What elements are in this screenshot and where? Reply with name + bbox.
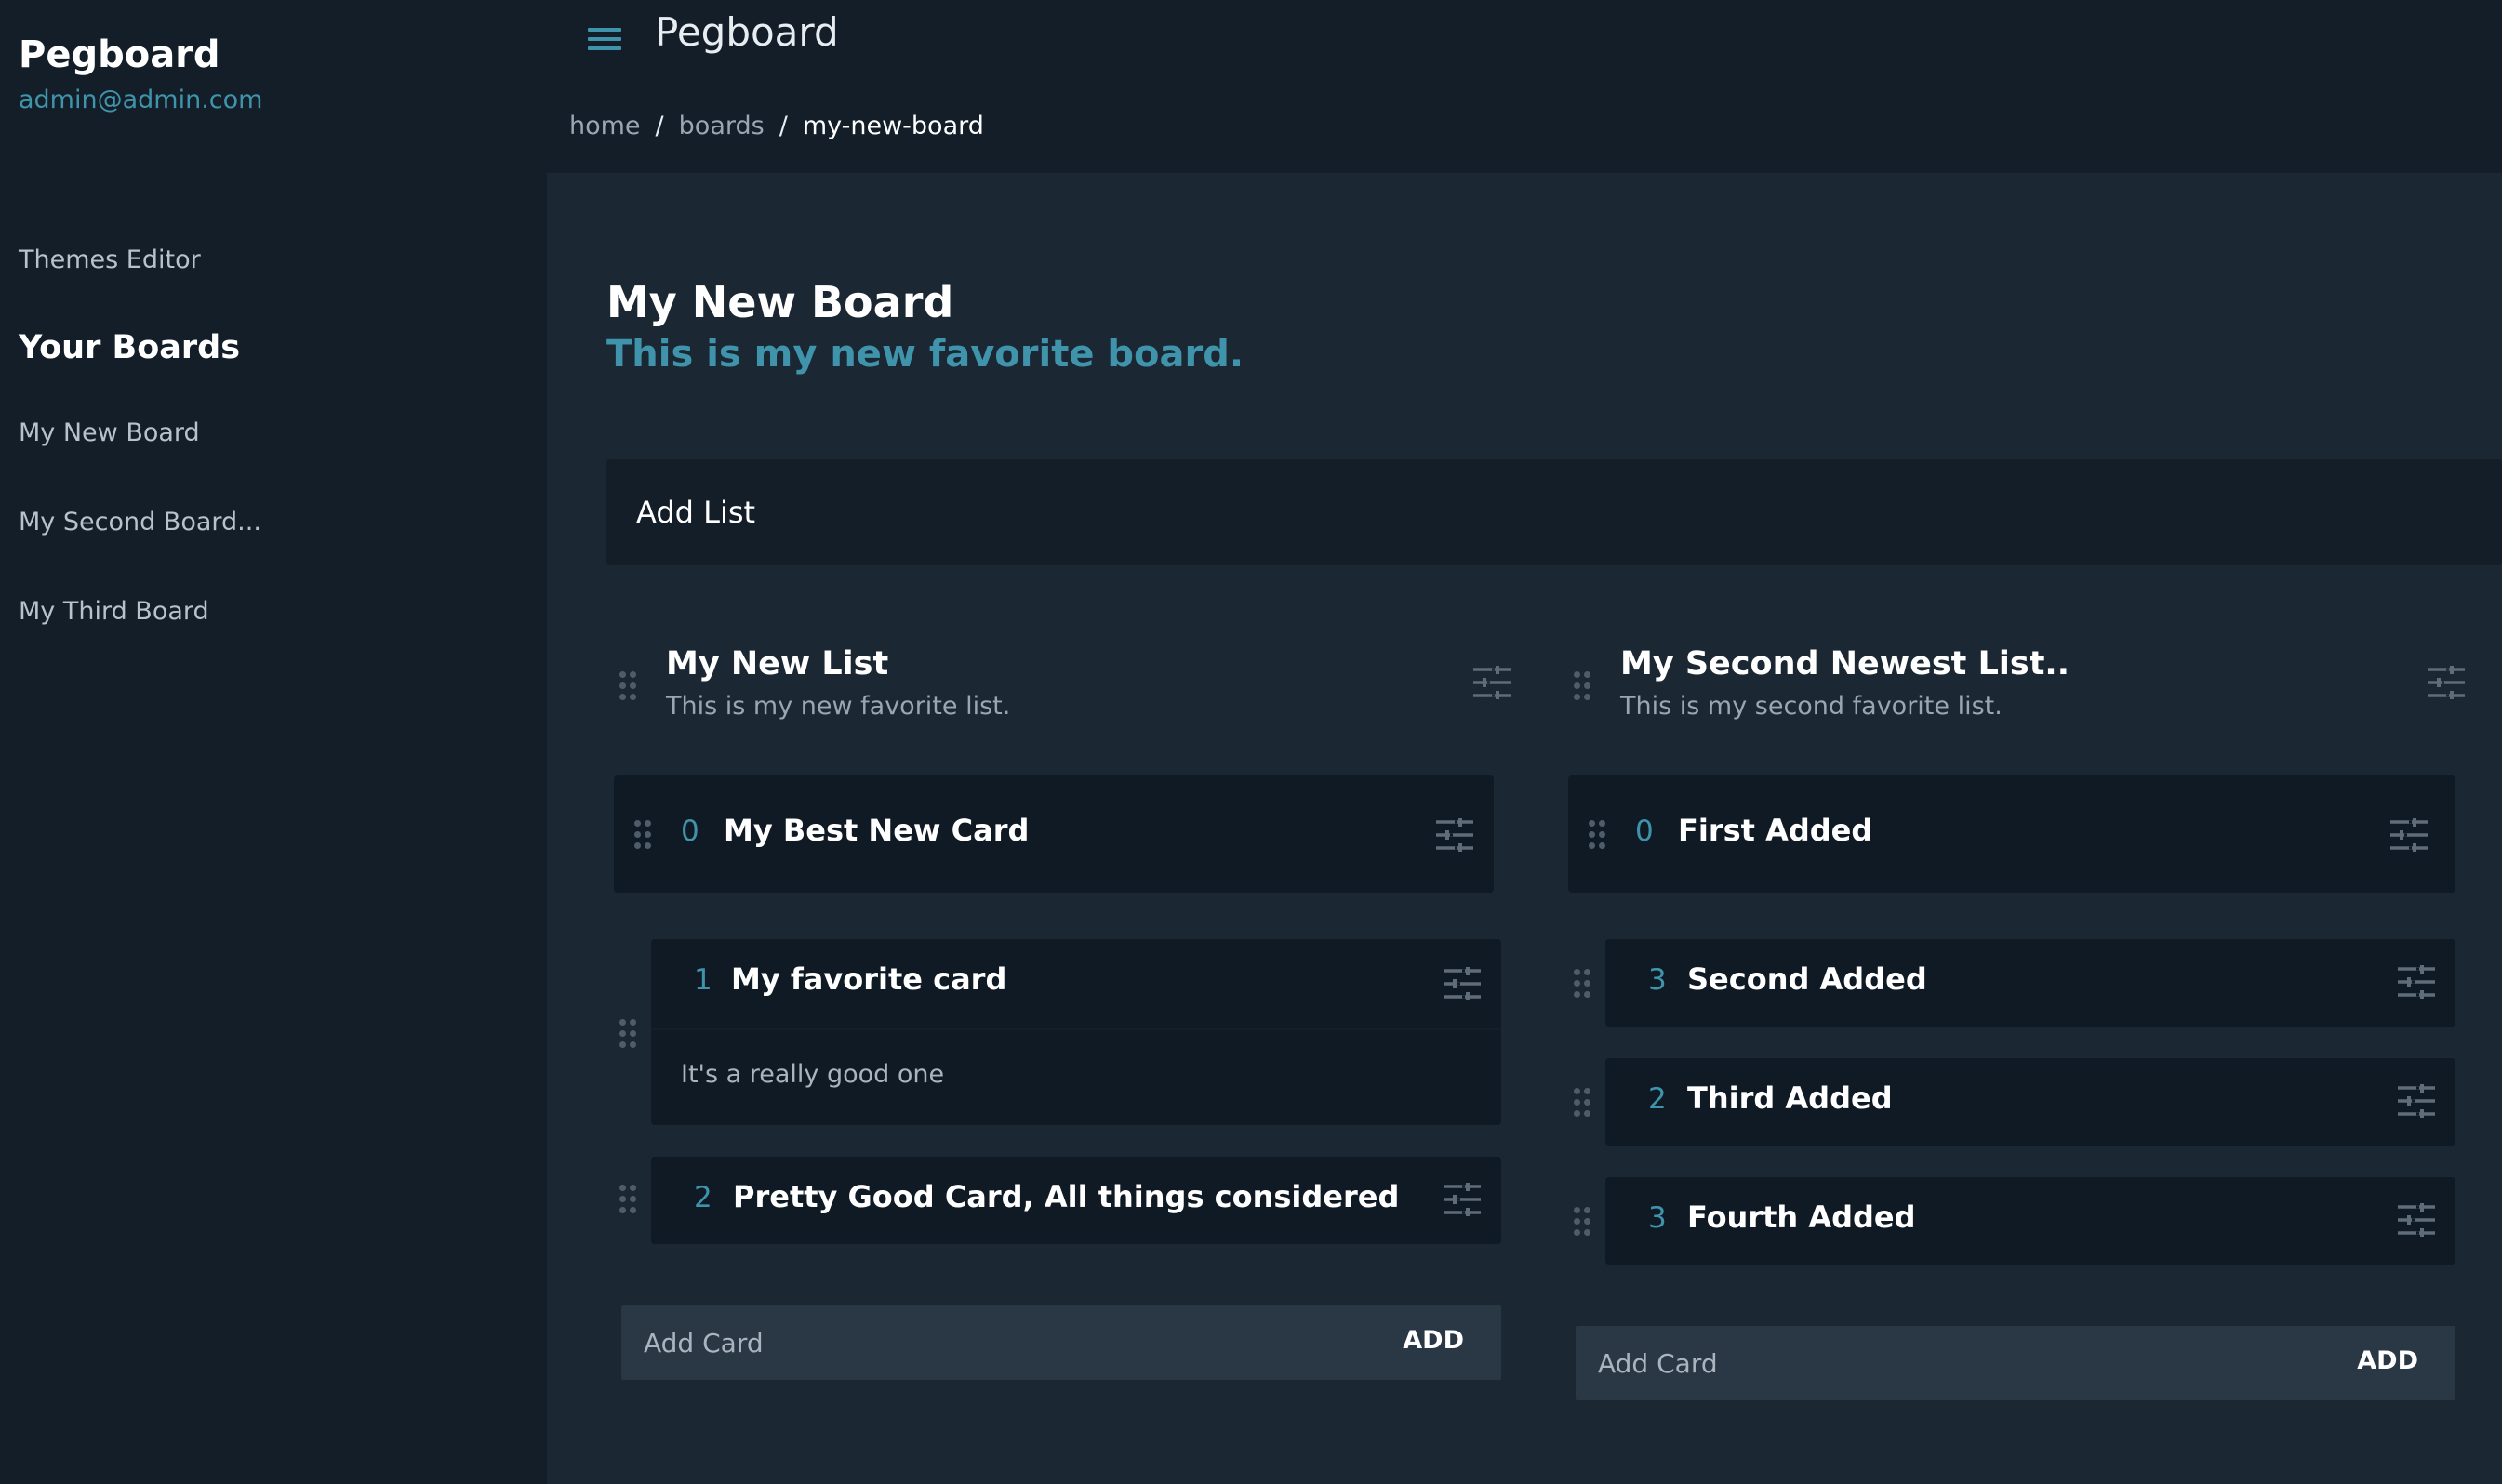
card[interactable]: 3 Fourth Added	[1605, 1177, 2455, 1265]
sidebar-item-board[interactable]: My Second Board...	[19, 508, 261, 537]
list-description: This is my second favorite list.	[1620, 692, 2003, 721]
top-header: Pegboard home / boards / my-new-board	[547, 0, 2502, 173]
card[interactable]: 2 Pretty Good Card, All things considere…	[651, 1157, 1501, 1244]
sidebar: Pegboard admin@admin.com Themes Editor Y…	[0, 0, 547, 1484]
card-settings-icon[interactable]	[1444, 1182, 1481, 1217]
drag-handle-icon[interactable]	[619, 1185, 638, 1214]
card-number: 0	[1635, 815, 1654, 848]
sidebar-item-board[interactable]: My New Board	[19, 418, 200, 447]
header-card[interactable]: 0 First Added	[1568, 775, 2455, 893]
card-number: 1	[694, 963, 712, 997]
list-settings-icon[interactable]	[2428, 665, 2465, 700]
drag-handle-icon[interactable]	[1574, 969, 1592, 999]
add-list-label: Add List	[636, 495, 756, 530]
add-card-button[interactable]: ADD	[1403, 1326, 1464, 1355]
boards-heading: Your Boards	[19, 329, 241, 366]
breadcrumb-current: my-new-board	[802, 112, 984, 140]
card-number: 2	[694, 1181, 712, 1214]
breadcrumb-separator: /	[779, 112, 788, 140]
board-description: This is my new favorite board.	[606, 333, 1244, 376]
drag-handle-icon[interactable]	[1574, 1207, 1592, 1237]
list-column: My Second Newest List.. This is my secon…	[1561, 632, 2500, 1441]
card-settings-icon[interactable]	[2398, 1202, 2435, 1238]
header-title: Pegboard	[655, 9, 839, 55]
sidebar-item-themes-editor[interactable]: Themes Editor	[19, 245, 201, 274]
add-card-button[interactable]: ADD	[2357, 1346, 2418, 1375]
card-divider	[651, 1028, 1501, 1030]
drag-handle-icon[interactable]	[619, 1019, 638, 1049]
list-title: My Second Newest List..	[1620, 645, 2070, 682]
card-title: My Best New Card	[724, 813, 1030, 848]
list-column: My New List This is my new favorite list…	[606, 632, 1546, 1441]
card-body: It's a really good one	[681, 1060, 945, 1089]
card-title: Second Added	[1687, 961, 1927, 997]
card-settings-icon[interactable]	[2398, 1083, 2435, 1119]
card[interactable]: 1 My favorite card It's a really good on…	[651, 939, 1501, 1125]
add-card-input[interactable]	[621, 1305, 1501, 1380]
card-number: 0	[681, 815, 699, 848]
user-email: admin@admin.com	[19, 86, 263, 114]
add-card-form: ADD	[1576, 1326, 2455, 1400]
card-title: Pretty Good Card, All things considered	[733, 1179, 1400, 1214]
card-title: My favorite card	[731, 961, 1007, 997]
card-title: Fourth Added	[1687, 1199, 1916, 1235]
add-list-button[interactable]: Add List	[606, 459, 2502, 565]
breadcrumb-home[interactable]: home	[569, 112, 641, 140]
drag-handle-icon[interactable]	[1574, 1088, 1592, 1118]
menu-icon[interactable]	[582, 20, 629, 58]
card-number: 2	[1648, 1082, 1667, 1116]
list-title: My New List	[666, 645, 889, 682]
board-title: My New Board	[606, 277, 954, 327]
add-card-input[interactable]	[1576, 1326, 2455, 1400]
header-card[interactable]: 0 My Best New Card	[614, 775, 1494, 893]
sidebar-item-board[interactable]: My Third Board	[19, 597, 209, 626]
card-title: Third Added	[1687, 1080, 1893, 1116]
card-settings-icon[interactable]	[1444, 966, 1481, 1001]
breadcrumb-separator: /	[655, 112, 664, 140]
card[interactable]: 2 Third Added	[1605, 1058, 2455, 1146]
card-settings-icon[interactable]	[2398, 964, 2435, 1000]
app-name: Pegboard	[19, 33, 220, 76]
card-settings-icon[interactable]	[2390, 817, 2428, 853]
drag-handle-icon[interactable]	[634, 820, 653, 850]
card-number: 3	[1648, 963, 1667, 997]
drag-handle-icon[interactable]	[1574, 671, 1592, 701]
card-title: First Added	[1678, 813, 1873, 848]
breadcrumb: home / boards / my-new-board	[569, 112, 984, 140]
list-settings-icon[interactable]	[1473, 665, 1511, 700]
card-number: 3	[1648, 1201, 1667, 1235]
drag-handle-icon[interactable]	[1589, 820, 1607, 850]
drag-handle-icon[interactable]	[619, 671, 638, 701]
add-card-form: ADD	[621, 1305, 1501, 1380]
card[interactable]: 3 Second Added	[1605, 939, 2455, 1027]
list-description: This is my new favorite list.	[666, 692, 1011, 721]
breadcrumb-boards[interactable]: boards	[679, 112, 765, 140]
card-settings-icon[interactable]	[1436, 817, 1473, 853]
